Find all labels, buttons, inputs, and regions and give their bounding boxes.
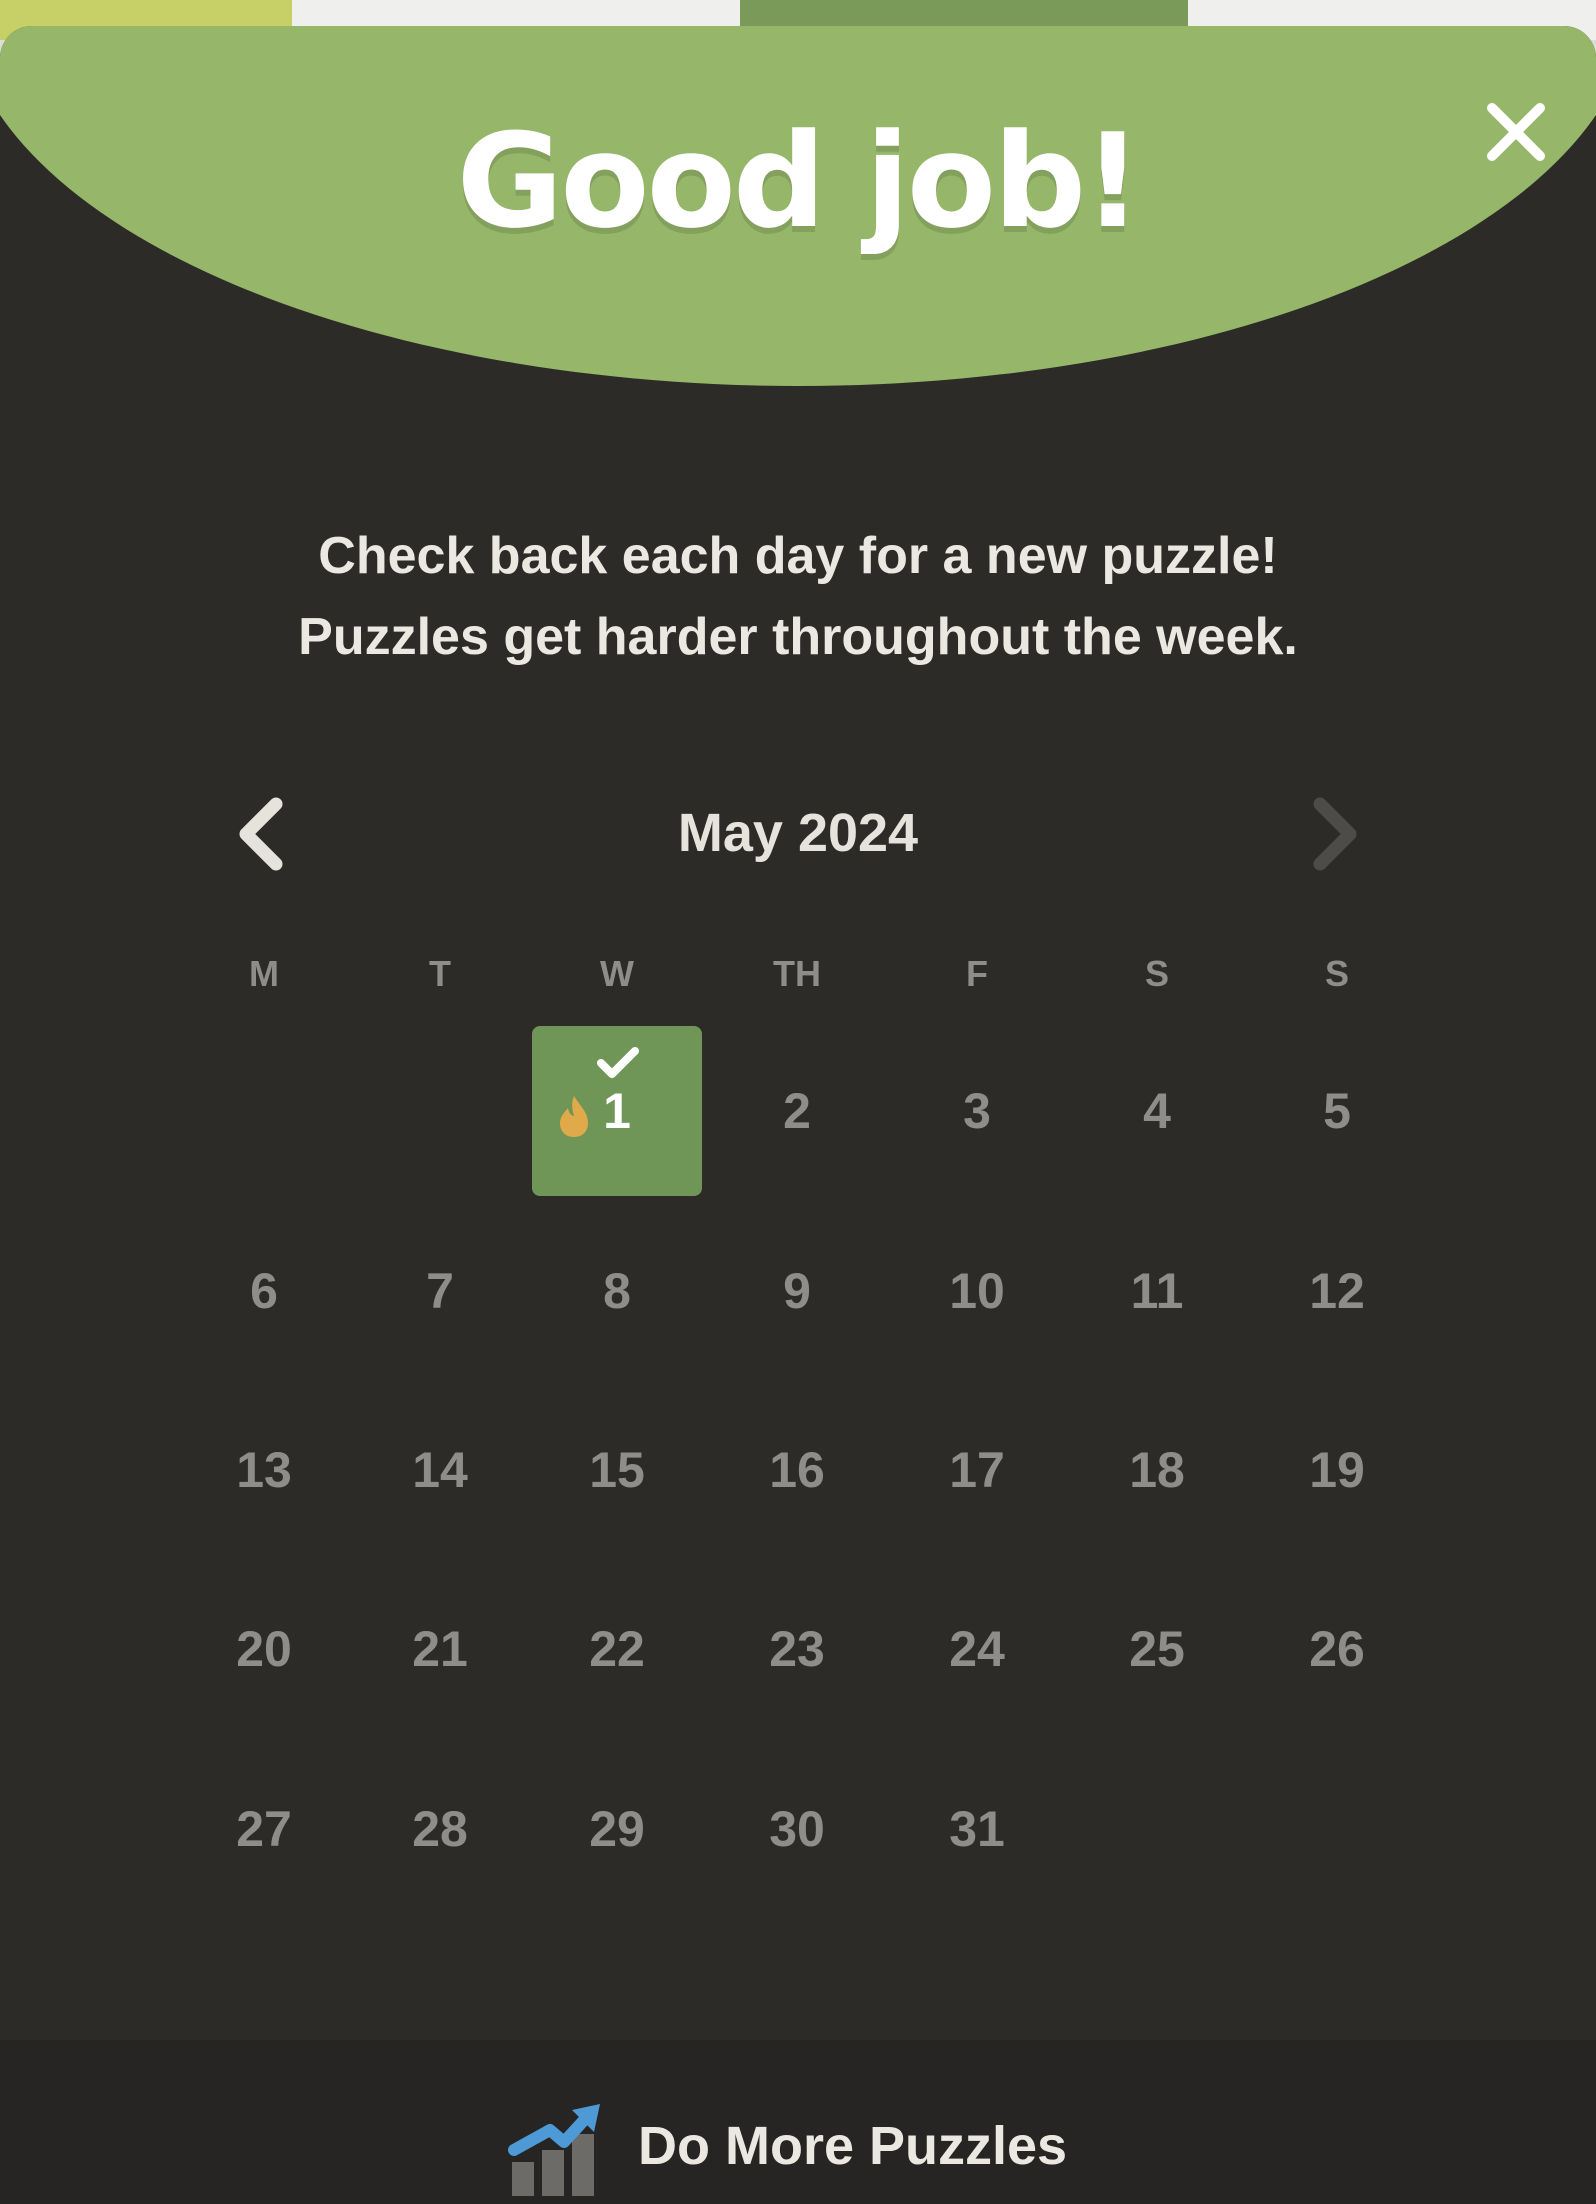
weekday-label: F <box>966 953 988 994</box>
calendar-day[interactable]: 14 <box>355 1385 525 1555</box>
calendar-day[interactable]: 3 <box>892 1026 1062 1196</box>
calendar-day[interactable]: 10 <box>892 1206 1062 1376</box>
calendar-day[interactable]: 12 <box>1252 1206 1422 1376</box>
calendar-day[interactable]: 18 <box>1072 1385 1242 1555</box>
calendar-day[interactable]: 26 <box>1252 1564 1422 1734</box>
calendar-day[interactable]: 30 <box>712 1744 882 1914</box>
calendar-day[interactable]: 9 <box>712 1206 882 1376</box>
calendar-day[interactable]: 4 <box>1072 1026 1242 1196</box>
calendar-day[interactable]: 31 <box>892 1744 1062 1914</box>
weekday-label: S <box>1144 953 1169 994</box>
results-modal: Good job! Check back each day for a new … <box>0 26 1596 2204</box>
info-line-2: Puzzles get harder throughout the week. <box>298 608 1298 666</box>
next-month-button[interactable] <box>1298 796 1368 872</box>
calendar-day[interactable]: 17 <box>892 1385 1062 1555</box>
modal-title: Good job! <box>456 105 1143 257</box>
calendar-day[interactable]: 15 <box>532 1385 702 1555</box>
close-button[interactable] <box>1480 96 1552 168</box>
weekday-label: TH <box>773 953 821 994</box>
info-line-1: Check back each day for a new puzzle! <box>318 527 1278 585</box>
calendar-day[interactable]: 20 <box>179 1564 349 1734</box>
weekday-label: S <box>1324 953 1349 994</box>
calendar-day[interactable]: 24 <box>892 1564 1062 1734</box>
calendar-day[interactable]: 21 <box>355 1564 525 1734</box>
calendar-day[interactable]: 6 <box>179 1206 349 1376</box>
calendar-day[interactable]: 27 <box>179 1744 349 1914</box>
calendar-day[interactable]: 25 <box>1072 1564 1242 1734</box>
calendar-day[interactable]: 7 <box>355 1206 525 1376</box>
calendar-day[interactable]: 2 <box>712 1026 882 1196</box>
calendar-day-number: 1 <box>603 1083 631 1139</box>
do-more-puzzles-label: Do More Puzzles <box>638 2116 1068 2176</box>
weekday-label: T <box>429 953 451 994</box>
calendar-day-completed[interactable]: 1 <box>532 1026 702 1196</box>
calendar-day[interactable]: 5 <box>1252 1026 1422 1196</box>
do-more-puzzles-button[interactable]: Do More Puzzles <box>500 2096 1100 2204</box>
calendar-day[interactable]: 23 <box>712 1564 882 1734</box>
close-icon <box>1487 103 1545 161</box>
chevron-right-icon <box>1313 797 1357 871</box>
info-message: Check back each day for a new puzzle! Pu… <box>0 516 1596 678</box>
calendar-day[interactable]: 11 <box>1072 1206 1242 1376</box>
calendar-day[interactable]: 19 <box>1252 1385 1422 1555</box>
chart-trend-up-icon <box>508 2104 600 2196</box>
calendar-day[interactable]: 8 <box>532 1206 702 1376</box>
calendar-day[interactable]: 13 <box>179 1385 349 1555</box>
calendar-day[interactable]: 22 <box>532 1564 702 1734</box>
calendar-day[interactable]: 16 <box>712 1385 882 1555</box>
weekday-label: W <box>600 953 634 994</box>
calendar-day[interactable]: 28 <box>355 1744 525 1914</box>
flame-icon <box>560 1096 588 1137</box>
calendar-day[interactable]: 29 <box>532 1744 702 1914</box>
weekday-label: M <box>249 953 279 994</box>
